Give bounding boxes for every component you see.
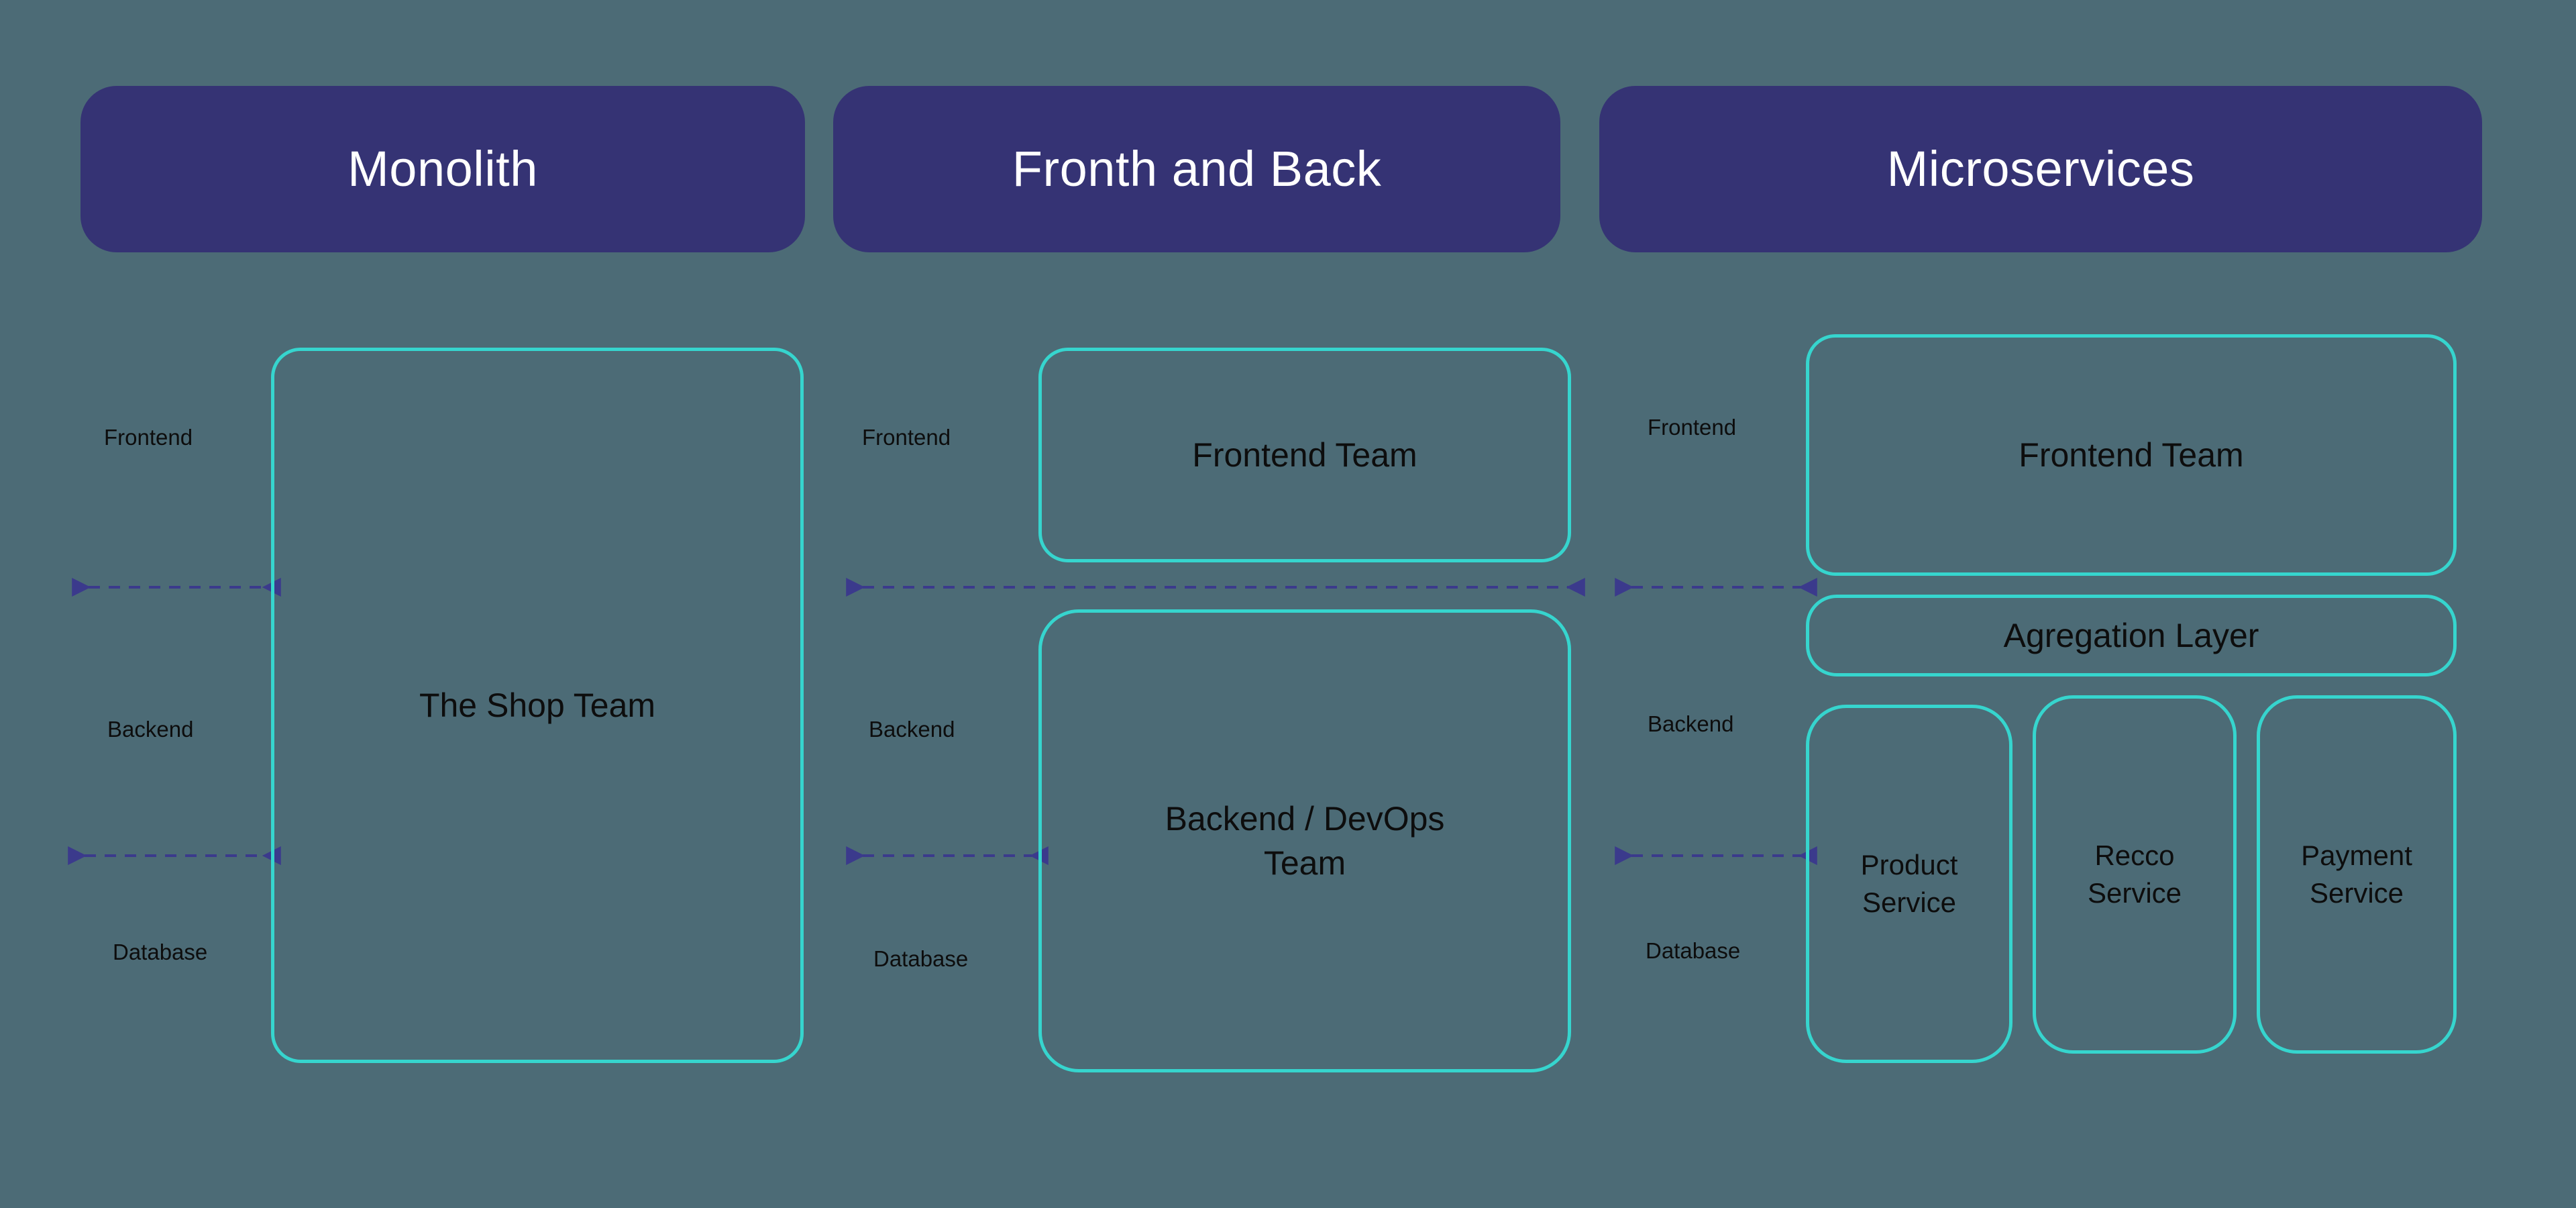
divider-arrow-frontend-backend-col2 bbox=[846, 578, 1585, 597]
box-frontend-team-col2[interactable]: Frontend Team bbox=[1038, 348, 1571, 562]
box-the-shop-team[interactable]: The Shop Team bbox=[271, 348, 804, 1063]
column-header-label: Microservices bbox=[1886, 141, 2195, 197]
divider-arrow-backend-database-col1 bbox=[68, 846, 281, 865]
diagram-canvas: Monolith Fronth and Back Microservices F… bbox=[0, 0, 2576, 1208]
axis-label-frontend-col2: Frontend bbox=[862, 425, 951, 450]
column-header-microservices[interactable]: Microservices bbox=[1599, 86, 2482, 252]
box-label: Agregation Layer bbox=[2003, 617, 2259, 654]
axis-label-frontend-col3: Frontend bbox=[1648, 415, 1737, 440]
axis-label-backend-col3: Backend bbox=[1648, 711, 1734, 736]
box-recco-service[interactable]: Recco Service bbox=[2033, 695, 2237, 1054]
box-label: Payment Service bbox=[2301, 839, 2412, 909]
divider-arrow-backend-database-col3 bbox=[1615, 846, 1817, 865]
axis-label-database-col2: Database bbox=[873, 946, 969, 971]
column-header-label: Monolith bbox=[347, 141, 538, 197]
divider-arrow-frontend-backend-col1 bbox=[72, 578, 281, 597]
axis-label-database-col1: Database bbox=[113, 940, 208, 964]
divider-arrow-backend-database-col2 bbox=[846, 846, 1049, 865]
box-agregation-layer[interactable]: Agregation Layer bbox=[1806, 595, 2457, 676]
divider-arrow-frontend-backend-col3 bbox=[1615, 578, 1817, 597]
column-header-label: Fronth and Back bbox=[1012, 141, 1382, 197]
axis-label-backend-col2: Backend bbox=[869, 717, 955, 742]
column-header-fronth-and-back[interactable]: Fronth and Back bbox=[833, 86, 1560, 252]
box-label: Backend / DevOps Team bbox=[1165, 800, 1445, 882]
axis-label-database-col3: Database bbox=[1646, 938, 1741, 963]
axis-label-frontend-col1: Frontend bbox=[104, 425, 193, 450]
box-label: Recco Service bbox=[2087, 839, 2182, 909]
box-backend-devops-team[interactable]: Backend / DevOps Team bbox=[1038, 609, 1571, 1072]
box-label: Frontend Team bbox=[1192, 436, 1417, 474]
box-payment-service[interactable]: Payment Service bbox=[2257, 695, 2457, 1054]
box-frontend-team-col3[interactable]: Frontend Team bbox=[1806, 334, 2457, 576]
column-header-monolith[interactable]: Monolith bbox=[80, 86, 805, 252]
box-label: The Shop Team bbox=[419, 687, 656, 724]
box-label: Product Service bbox=[1860, 848, 1958, 918]
axis-label-backend-col1: Backend bbox=[107, 717, 194, 742]
box-label: Frontend Team bbox=[2019, 436, 2244, 474]
box-product-service[interactable]: Product Service bbox=[1806, 705, 2012, 1063]
